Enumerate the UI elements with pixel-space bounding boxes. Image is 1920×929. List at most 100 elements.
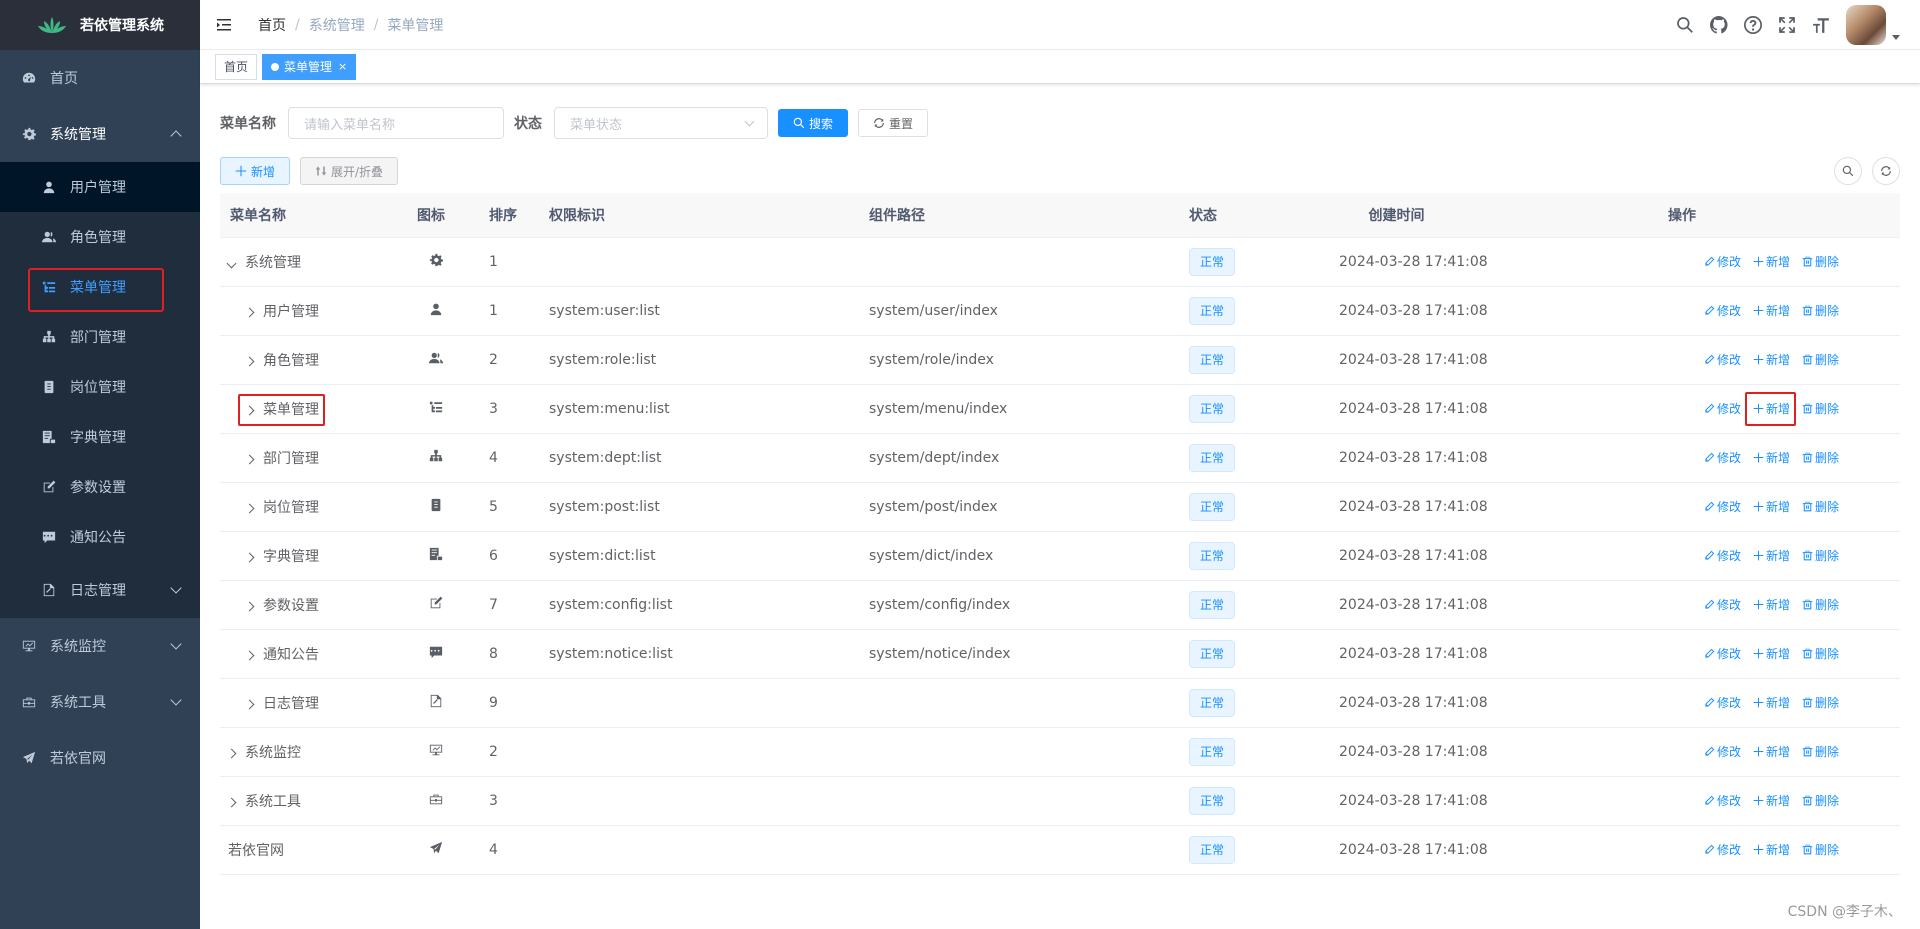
sidebar-item-dept[interactable]: 部门管理 — [0, 312, 200, 362]
row-edit-button[interactable]: 修改 — [1704, 792, 1741, 809]
row-delete-button[interactable]: 删除 — [1802, 792, 1839, 809]
sidebar-item-ruoyi-site[interactable]: 若依官网 — [0, 730, 200, 786]
row-edit-button[interactable]: 修改 — [1704, 449, 1741, 466]
expand-collapse-button[interactable]: 展开/折叠 — [300, 157, 399, 185]
cell-status: 正常 — [1179, 384, 1329, 434]
row-delete-button[interactable]: 删除 — [1802, 498, 1839, 515]
github-icon[interactable] — [1702, 0, 1736, 50]
caret-down-icon[interactable] — [1892, 34, 1900, 40]
row-edit-button[interactable]: 修改 — [1704, 743, 1741, 760]
chevron-right-icon[interactable] — [244, 601, 255, 611]
sidebar-item-tool[interactable]: 系统工具 — [0, 674, 200, 730]
row-add-button[interactable]: 新增 — [1753, 302, 1790, 319]
chevron-right-icon[interactable] — [244, 503, 255, 513]
status-select[interactable]: 菜单状态 — [554, 107, 768, 139]
row-add-button[interactable]: 新增 — [1753, 547, 1790, 564]
sidebar-item-config[interactable]: 参数设置 — [0, 462, 200, 512]
avatar[interactable] — [1846, 5, 1886, 45]
sidebar-item-system[interactable]: 系统管理 — [0, 106, 200, 162]
hamburger-icon[interactable] — [216, 16, 234, 34]
row-add-button[interactable]: 新增 — [1753, 596, 1790, 613]
search-button[interactable]: 搜索 — [778, 109, 849, 137]
row-edit-button[interactable]: 修改 — [1704, 498, 1741, 515]
row-add-button[interactable]: 新增 — [1753, 694, 1790, 711]
row-delete-button[interactable]: 删除 — [1802, 449, 1839, 466]
row-delete-button[interactable]: 删除 — [1802, 302, 1839, 319]
op-label: 删除 — [1815, 793, 1840, 808]
chevron-right-icon[interactable] — [244, 552, 255, 562]
sidebar-item-log[interactable]: 日志管理 — [0, 562, 200, 618]
row-edit-button[interactable]: 修改 — [1704, 645, 1741, 662]
chevron-right-icon[interactable] — [244, 454, 255, 464]
chevron-down-icon[interactable] — [226, 258, 237, 268]
row-delete-button[interactable]: 删除 — [1802, 743, 1839, 760]
op-label: 删除 — [1815, 401, 1840, 416]
op-label: 删除 — [1815, 254, 1840, 269]
reset-button[interactable]: 重置 — [858, 109, 929, 137]
cell-component: system/post/index — [859, 482, 1179, 532]
row-add-button[interactable]: 新增 — [1753, 449, 1790, 466]
sidebar-item-notice[interactable]: 通知公告 — [0, 512, 200, 562]
sidebar-item-role[interactable]: 角色管理 — [0, 212, 200, 262]
logo[interactable]: 若依管理系统 — [0, 0, 200, 50]
row-add-button[interactable]: 新增 — [1753, 400, 1790, 417]
row-add-button[interactable]: 新增 — [1753, 498, 1790, 515]
menu-name: 通知公告 — [263, 646, 319, 663]
row-delete-button[interactable]: 删除 — [1802, 400, 1839, 417]
tag-menu-management[interactable]: 菜单管理 × — [262, 53, 357, 80]
sidebar-item-home[interactable]: 首页 — [0, 50, 200, 106]
row-delete-button[interactable]: 删除 — [1802, 547, 1839, 564]
sidebar-item-user[interactable]: 用户管理 — [0, 162, 200, 212]
chevron-right-icon[interactable] — [226, 748, 237, 758]
chevron-right-icon[interactable] — [226, 797, 237, 807]
cell-create-time: 2024-03-28 17:41:08 — [1329, 286, 1488, 336]
chevron-right-icon[interactable] — [244, 699, 255, 709]
toggle-search-button[interactable] — [1834, 157, 1862, 185]
row-delete-button[interactable]: 删除 — [1802, 694, 1839, 711]
question-icon[interactable] — [1736, 0, 1770, 50]
table-header-row: 菜单名称 图标 排序 权限标识 组件路径 状态 创建时间 操作 — [220, 193, 1900, 238]
row-edit-button[interactable]: 修改 — [1704, 596, 1741, 613]
chevron-right-icon[interactable] — [244, 356, 255, 366]
close-icon[interactable]: × — [338, 55, 347, 79]
sidebar-item-dict[interactable]: 字典管理 — [0, 412, 200, 462]
breadcrumb-home[interactable]: 首页 — [258, 15, 286, 35]
row-edit-button[interactable]: 修改 — [1704, 253, 1741, 270]
chevron-right-icon[interactable] — [244, 650, 255, 660]
sidebar-item-menu[interactable]: 菜单管理 — [0, 262, 200, 312]
row-edit-button[interactable]: 修改 — [1704, 694, 1741, 711]
row-edit-button[interactable]: 修改 — [1704, 302, 1741, 319]
row-add-button[interactable]: 新增 — [1753, 743, 1790, 760]
row-add-button[interactable]: 新增 — [1753, 792, 1790, 809]
row-edit-button[interactable]: 修改 — [1704, 547, 1741, 564]
row-delete-button[interactable]: 删除 — [1802, 351, 1839, 368]
menu-name-input[interactable]: 请输入菜单名称 — [288, 107, 504, 139]
plus-icon — [1753, 599, 1764, 610]
row-delete-button[interactable]: 删除 — [1802, 596, 1839, 613]
row-delete-button[interactable]: 删除 — [1802, 841, 1839, 858]
row-edit-button[interactable]: 修改 — [1704, 841, 1741, 858]
chevron-right-icon[interactable] — [244, 307, 255, 317]
sidebar-item-post[interactable]: 岗位管理 — [0, 362, 200, 412]
chevron-right-icon[interactable] — [244, 405, 255, 415]
table-row: 系统管理 1 正常 2024-03-28 17:41:08 修改 新增 删除 — [220, 237, 1900, 287]
fullscreen-icon[interactable] — [1770, 0, 1804, 50]
row-delete-button[interactable]: 删除 — [1802, 645, 1839, 662]
status-badge: 正常 — [1189, 541, 1236, 570]
op-label: 修改 — [1717, 793, 1742, 808]
row-add-button[interactable]: 新增 — [1753, 351, 1790, 368]
add-button[interactable]: 新增 — [220, 157, 291, 185]
row-add-button[interactable]: 新增 — [1753, 841, 1790, 858]
tag-home[interactable]: 首页 — [215, 53, 258, 80]
refresh-button[interactable] — [1872, 157, 1900, 185]
menu-name: 用户管理 — [263, 303, 319, 320]
row-add-button[interactable]: 新增 — [1753, 645, 1790, 662]
sidebar-item-monitor[interactable]: 系统监控 — [0, 618, 200, 674]
row-edit-button[interactable]: 修改 — [1704, 400, 1741, 417]
row-edit-button[interactable]: 修改 — [1704, 351, 1741, 368]
row-delete-button[interactable]: 删除 — [1802, 253, 1839, 270]
app-title: 若依管理系统 — [80, 18, 164, 34]
font-size-icon[interactable] — [1804, 0, 1838, 50]
row-add-button[interactable]: 新增 — [1753, 253, 1790, 270]
search-icon[interactable] — [1668, 0, 1702, 50]
